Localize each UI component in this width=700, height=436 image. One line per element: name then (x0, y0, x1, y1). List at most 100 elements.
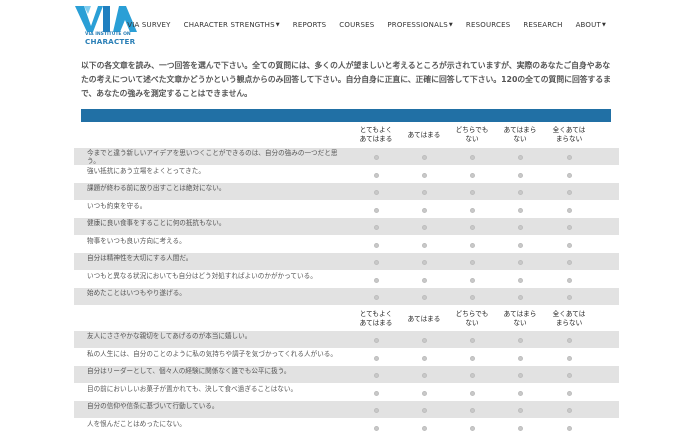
answer-radio-1[interactable] (373, 425, 379, 431)
answer-radio-2[interactable] (421, 338, 427, 343)
answer-radio-2[interactable] (421, 172, 427, 178)
answer-radio-4[interactable] (517, 190, 523, 195)
answer-radio-2[interactable] (421, 260, 427, 265)
answer-radio-2[interactable] (421, 277, 427, 283)
answer-radio-3[interactable] (469, 408, 475, 413)
question-row: 始めたことはいつもやり遂げる。 (74, 288, 619, 305)
answer-radio-4[interactable] (517, 408, 523, 413)
answer-radio-5[interactable] (566, 190, 572, 195)
answer-radio-4[interactable] (517, 355, 523, 361)
answer-radio-1[interactable] (373, 355, 379, 361)
column-header-line2: ない (513, 135, 527, 143)
answer-radio-2[interactable] (421, 355, 427, 361)
column-header-line2: ない (513, 319, 527, 327)
answer-radio-3[interactable] (469, 355, 475, 361)
answer-radio-4[interactable] (517, 225, 523, 230)
answer-radio-5[interactable] (566, 425, 572, 431)
answer-radio-5[interactable] (566, 242, 572, 248)
answer-radio-5[interactable] (566, 207, 572, 213)
nav-item-courses[interactable]: COURSES (339, 21, 374, 29)
nav-item-about[interactable]: ABOUT▼ (576, 21, 606, 29)
question-row: 私の人生には、自分のことのように私の気持ちや調子を気づかってくれる人がいる。 (74, 349, 619, 366)
answer-radio-1[interactable] (373, 277, 379, 283)
answer-radio-3[interactable] (469, 225, 475, 230)
answer-radio-5[interactable] (566, 338, 572, 343)
column-header-line1: とてもよく (359, 126, 393, 134)
answer-radio-5[interactable] (566, 408, 572, 413)
answer-radio-5[interactable] (566, 277, 572, 283)
answer-radio-2[interactable] (421, 390, 427, 396)
answer-radio-1[interactable] (373, 155, 379, 160)
nav-item-resources[interactable]: RESOURCES (466, 21, 510, 29)
answer-radio-2[interactable] (421, 225, 427, 230)
answer-radio-5[interactable] (566, 390, 572, 396)
answer-radio-4[interactable] (517, 373, 523, 378)
answer-radio-5[interactable] (566, 155, 572, 160)
answer-radio-3[interactable] (469, 390, 475, 396)
answer-radio-2[interactable] (421, 242, 427, 248)
answer-radio-3[interactable] (469, 425, 475, 431)
question-text: 目の前においしいお菓子が置かれても、決して食べ過ぎることはない。 (87, 384, 298, 393)
answer-radio-4[interactable] (517, 207, 523, 213)
answer-radio-5[interactable] (566, 373, 572, 378)
answer-radio-3[interactable] (469, 260, 475, 265)
answer-radio-1[interactable] (373, 338, 379, 343)
question-row: 目の前においしいお菓子が置かれても、決して食べ過ぎることはない。 (74, 384, 619, 401)
column-header-line1: あてはまら (503, 310, 537, 318)
answer-radio-5[interactable] (566, 295, 572, 300)
answer-radio-2[interactable] (421, 190, 427, 195)
column-header-5: 全くあては まらない (545, 310, 593, 328)
answer-radio-3[interactable] (469, 373, 475, 378)
answer-radio-3[interactable] (469, 242, 475, 248)
answer-radio-1[interactable] (373, 242, 379, 248)
answer-radio-1[interactable] (373, 408, 379, 413)
answer-radio-4[interactable] (517, 390, 523, 396)
answer-radio-3[interactable] (469, 277, 475, 283)
answer-radio-4[interactable] (517, 155, 523, 160)
nav-item-research[interactable]: RESEARCH (523, 21, 562, 29)
answer-radio-1[interactable] (373, 225, 379, 230)
answer-radio-3[interactable] (469, 190, 475, 195)
answer-radio-4[interactable] (517, 242, 523, 248)
question-row: 自分はリーダーとして、個々人の経験に関係なく誰でも公平に扱う。 (74, 366, 619, 383)
answer-radio-1[interactable] (373, 373, 379, 378)
answer-radio-2[interactable] (421, 408, 427, 413)
answer-radio-3[interactable] (469, 295, 475, 300)
question-row: 健康に良い食事をすることに何の抵抗もない。 (74, 218, 619, 235)
answer-radio-1[interactable] (373, 190, 379, 195)
answer-radio-4[interactable] (517, 172, 523, 178)
answer-radio-5[interactable] (566, 260, 572, 265)
answer-radio-3[interactable] (469, 155, 475, 160)
column-header-1: とてもよく あてはまる (352, 310, 400, 328)
answer-radio-4[interactable] (517, 425, 523, 431)
answer-radio-3[interactable] (469, 172, 475, 178)
nav-item-professionals[interactable]: PROFESSIONALS▼ (387, 21, 453, 29)
answer-radio-1[interactable] (373, 390, 379, 396)
nav-item-via-survey[interactable]: VIA SURVEY (127, 21, 170, 29)
answer-radio-4[interactable] (517, 277, 523, 283)
chevron-down-icon: ▼ (601, 22, 606, 28)
answer-radio-3[interactable] (469, 338, 475, 343)
answer-radio-2[interactable] (421, 155, 427, 160)
answer-radio-4[interactable] (517, 295, 523, 300)
column-header-1: とてもよく あてはまる (352, 126, 400, 144)
answer-radio-1[interactable] (373, 260, 379, 265)
answer-radio-1[interactable] (373, 295, 379, 300)
question-row: 強い抵抗にあう立場をよくとってきた。 (74, 166, 619, 183)
answer-radio-4[interactable] (517, 260, 523, 265)
nav-item-reports[interactable]: REPORTS (293, 21, 327, 29)
question-text: いつもと異なる状況においても自分はどう対処すればよいのかがかっている。 (87, 271, 317, 280)
question-row: 今までと違う新しいアイデアを思いつくことができるのは、自分の強みの一つだと思う。 (74, 148, 619, 165)
answer-radio-5[interactable] (566, 225, 572, 230)
answer-radio-1[interactable] (373, 172, 379, 178)
answer-radio-3[interactable] (469, 207, 475, 213)
answer-radio-5[interactable] (566, 172, 572, 178)
answer-radio-4[interactable] (517, 338, 523, 343)
answer-radio-2[interactable] (421, 373, 427, 378)
answer-radio-2[interactable] (421, 425, 427, 431)
answer-radio-1[interactable] (373, 207, 379, 213)
answer-radio-2[interactable] (421, 295, 427, 300)
answer-radio-2[interactable] (421, 207, 427, 213)
nav-item-character-strengths[interactable]: CHARACTER STRENGTHS▼ (184, 21, 280, 29)
answer-radio-5[interactable] (566, 355, 572, 361)
